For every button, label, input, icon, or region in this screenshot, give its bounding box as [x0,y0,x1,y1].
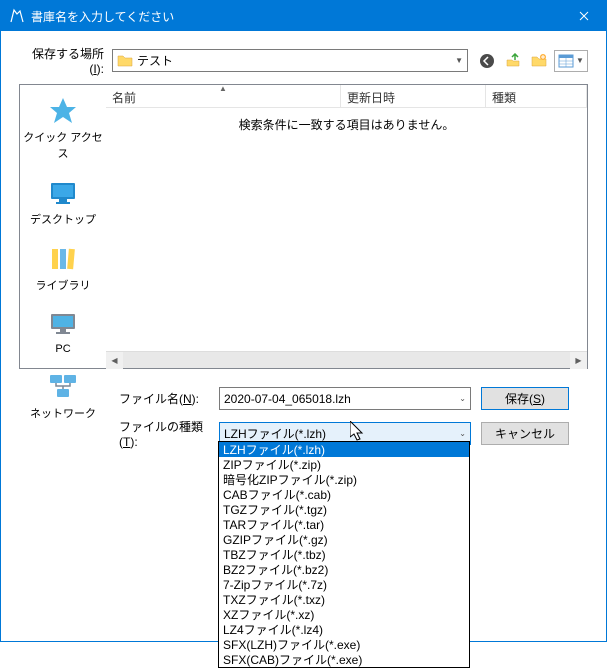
close-button[interactable] [561,1,606,31]
filetype-option[interactable]: XZファイル(*.xz) [219,607,469,622]
filetype-option[interactable]: LZHファイル(*.lzh) [219,442,469,457]
sort-asc-icon: ▲ [219,84,227,93]
filetype-option[interactable]: SFX(LZH)ファイル(*.exe) [219,637,469,652]
filetype-option[interactable]: 暗号化ZIPファイル(*.zip) [219,472,469,487]
main-area: クイック アクセス デスクトップ ライブラリ [19,84,588,369]
place-pc[interactable]: PC [20,305,106,363]
window-title: 書庫名を入力してください [31,8,561,25]
column-date[interactable]: 更新日時 [341,85,486,107]
place-desktop[interactable]: デスクトップ [20,173,106,235]
place-network[interactable]: ネットワーク [20,367,106,429]
filetype-option[interactable]: LZ4ファイル(*.lz4) [219,622,469,637]
place-quick-access[interactable]: クイック アクセス [20,91,106,169]
filetype-option[interactable]: SFX(CAB)ファイル(*.exe) [219,652,469,667]
scroll-left-button[interactable]: ◀ [106,352,123,369]
file-list[interactable]: ▲ 名前 更新日時 種類 検索条件に一致する項目はありません。 ◀ ▶ [106,85,587,368]
titlebar: 書庫名を入力してください [1,1,606,31]
filetype-option[interactable]: 7-Zipファイル(*.7z) [219,577,469,592]
toolbar: ▼ [476,50,588,72]
filetype-option[interactable]: TARファイル(*.tar) [219,517,469,532]
filetype-dropdown[interactable]: LZHファイル(*.lzh)ZIPファイル(*.zip)暗号化ZIPファイル(*… [218,441,470,668]
scroll-track[interactable] [123,352,570,368]
location-row: 保存する場所(I): テスト ▼ [19,45,588,76]
desktop-icon [47,177,79,209]
place-libraries[interactable]: ライブラリ [20,239,106,301]
folder-icon [117,53,133,69]
filetype-option[interactable]: CABファイル(*.cab) [219,487,469,502]
location-text: テスト [137,52,173,69]
back-button[interactable] [476,50,498,72]
save-button[interactable]: 保存(S) [481,387,569,410]
app-icon [9,8,25,24]
cancel-button[interactable]: キャンセル [481,422,569,445]
places-bar: クイック アクセス デスクトップ ライブラリ [20,85,106,368]
filetype-option[interactable]: TGZファイル(*.tgz) [219,502,469,517]
chevron-down-icon: ⌄ [459,429,466,438]
quick-access-icon [47,95,79,127]
column-type[interactable]: 種類 [486,85,587,107]
network-icon [47,371,79,403]
view-menu-button[interactable]: ▼ [554,50,588,72]
filename-label: ファイル名(N): [119,390,219,407]
horizontal-scrollbar[interactable]: ◀ ▶ [106,351,587,368]
libraries-icon [47,243,79,275]
filename-input[interactable]: 2020-07-04_065018.lzh ⌄ [219,387,471,410]
filetype-option[interactable]: TXZファイル(*.txz) [219,592,469,607]
pc-icon [47,309,79,341]
filetype-option[interactable]: BZ2ファイル(*.bz2) [219,562,469,577]
chevron-down-icon: ⌄ [459,394,466,403]
empty-message: 検索条件に一致する項目はありません。 [106,108,587,133]
filetype-label: ファイルの種類(T): [119,418,219,449]
save-dialog: 書庫名を入力してください 保存する場所(I): テスト ▼ [0,0,607,642]
chevron-down-icon: ▼ [455,56,463,65]
filetype-option[interactable]: GZIPファイル(*.gz) [219,532,469,547]
up-button[interactable] [502,50,524,72]
new-folder-button[interactable] [528,50,550,72]
location-combo[interactable]: テスト ▼ [112,49,468,72]
chevron-down-icon: ▼ [576,56,584,65]
filetype-option[interactable]: ZIPファイル(*.zip) [219,457,469,472]
scroll-right-button[interactable]: ▶ [570,352,587,369]
column-name[interactable]: ▲ 名前 [106,85,341,107]
column-headers: ▲ 名前 更新日時 種類 [106,85,587,108]
filetype-option[interactable]: TBZファイル(*.tbz) [219,547,469,562]
location-label: 保存する場所(I): [19,45,104,76]
